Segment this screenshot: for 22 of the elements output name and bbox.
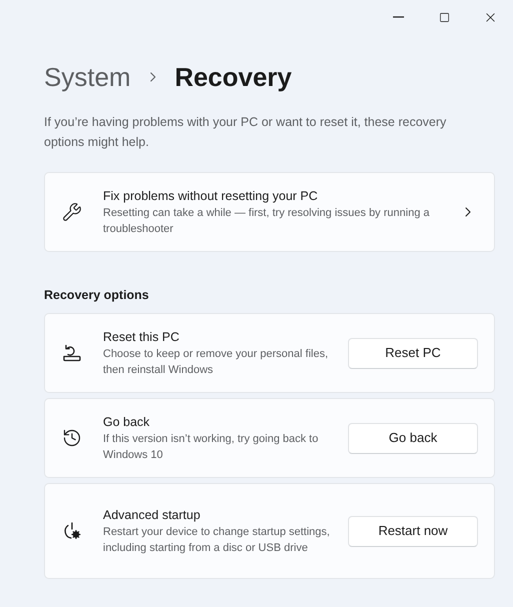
option-title: Reset this PC bbox=[103, 329, 180, 346]
option-button[interactable]: Go back bbox=[348, 422, 478, 454]
wrench-icon bbox=[62, 202, 82, 222]
option-title: Go back bbox=[103, 414, 151, 431]
breadcrumb-parent[interactable]: System bbox=[44, 58, 131, 96]
maximize-icon bbox=[438, 12, 450, 22]
option-description: Choose to keep or remove your personal files, then reinstall Windows bbox=[103, 347, 330, 378]
drive-reset-icon bbox=[62, 343, 82, 363]
power-gear-icon bbox=[62, 521, 82, 541]
minimize-icon bbox=[392, 16, 404, 18]
option-title: Advanced startup bbox=[103, 507, 202, 524]
option-button[interactable]: Restart now bbox=[348, 516, 478, 546]
card-description: Resetting can take a while — first, try resolving issues by running a troubleshooter bbox=[103, 206, 430, 237]
card-title: Fix problems without resetting your PC bbox=[103, 188, 319, 205]
option-description: Restart your device to change startup settings, including starting from a disc or USB drive bbox=[103, 525, 331, 556]
section-title: Recovery options bbox=[44, 287, 150, 304]
page-title: Recovery bbox=[174, 60, 292, 94]
history-icon bbox=[62, 428, 82, 448]
option-description: If this version isn’t working, try going back to Windows 10 bbox=[103, 432, 320, 463]
fix-problems-card[interactable]: Fix problems without resetting your PC Resetting can take a while — first, try resolving issues by running a troubleshooter bbox=[44, 172, 495, 252]
intro-text: If you’re having problems with your PC or want to reset it, these recovery options might help. bbox=[44, 114, 448, 151]
option-button[interactable]: Reset PC bbox=[348, 338, 478, 368]
